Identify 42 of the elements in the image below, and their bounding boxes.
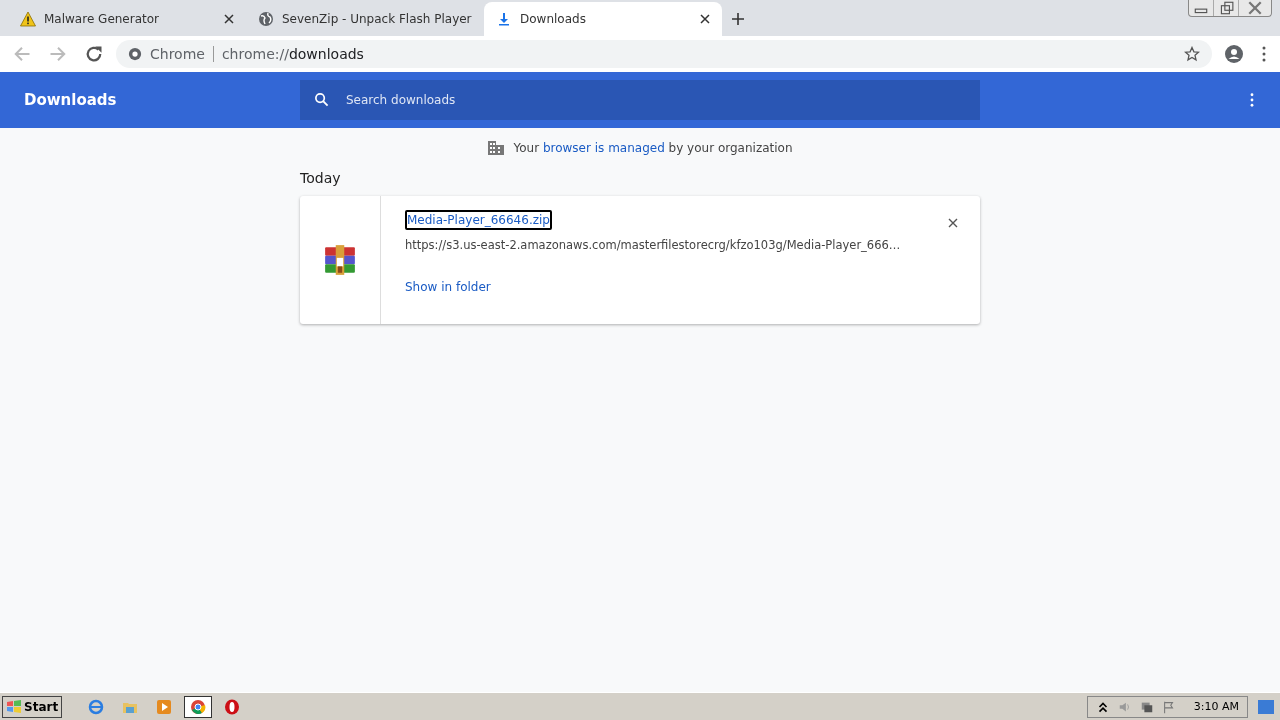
close-icon[interactable] (224, 14, 234, 24)
browser-tab[interactable]: Malware Generator (8, 2, 246, 36)
tab-title: Malware Generator (44, 12, 160, 26)
close-icon[interactable] (700, 14, 710, 24)
flag-icon[interactable] (1161, 699, 1176, 714)
show-in-folder-link[interactable]: Show in folder (405, 280, 491, 294)
tab-title: Downloads (520, 12, 587, 26)
new-tab-icon[interactable] (732, 13, 744, 25)
address-bar[interactable]: Chrome chrome://downloads (116, 40, 1212, 68)
window-controls[interactable] (1188, 0, 1272, 17)
site-label: Chrome (150, 46, 205, 62)
search-field[interactable]: Search downloads (300, 80, 980, 120)
building-icon (487, 140, 506, 156)
clock: 3:10 AM (1193, 700, 1239, 713)
e-logo-icon (88, 698, 105, 715)
chrome-icon (128, 47, 142, 61)
reload-icon[interactable] (84, 44, 104, 64)
menu-icon[interactable] (1250, 93, 1254, 107)
star-icon[interactable] (1184, 46, 1200, 62)
close-icon[interactable] (948, 218, 958, 228)
start-button[interactable]: Start (2, 695, 63, 718)
section-heading: Today (300, 170, 342, 186)
tab-title: SevenZip - Unpack Flash Player (282, 12, 472, 26)
download-url: https://s3.us-east-2.amazonaws.com/masterfilestorecrg/kfzo103g/Media-Player_666… (405, 238, 901, 252)
managed-link[interactable]: browser is managed (542, 141, 665, 155)
file-name-link[interactable]: Media-Player_66646.zip (405, 210, 552, 230)
show-desktop-icon[interactable] (1258, 699, 1274, 714)
download-icon (496, 11, 512, 27)
play-icon (156, 698, 173, 715)
o-logo-icon (224, 698, 241, 715)
chrome-icon (190, 698, 207, 715)
managed-notice: Your browser is managed by your organization (513, 141, 793, 155)
menu-icon[interactable] (1262, 46, 1266, 62)
browser-tab[interactable]: Downloads (484, 2, 722, 36)
warning-icon (20, 11, 36, 27)
page-title: Downloads (24, 91, 118, 109)
windows-logo-icon (6, 698, 22, 715)
globe-icon (258, 11, 274, 27)
profile-icon[interactable] (1224, 44, 1244, 64)
archive-icon (323, 243, 357, 277)
taskbar-app[interactable] (184, 695, 213, 718)
url-text: chrome://downloads (221, 46, 364, 62)
